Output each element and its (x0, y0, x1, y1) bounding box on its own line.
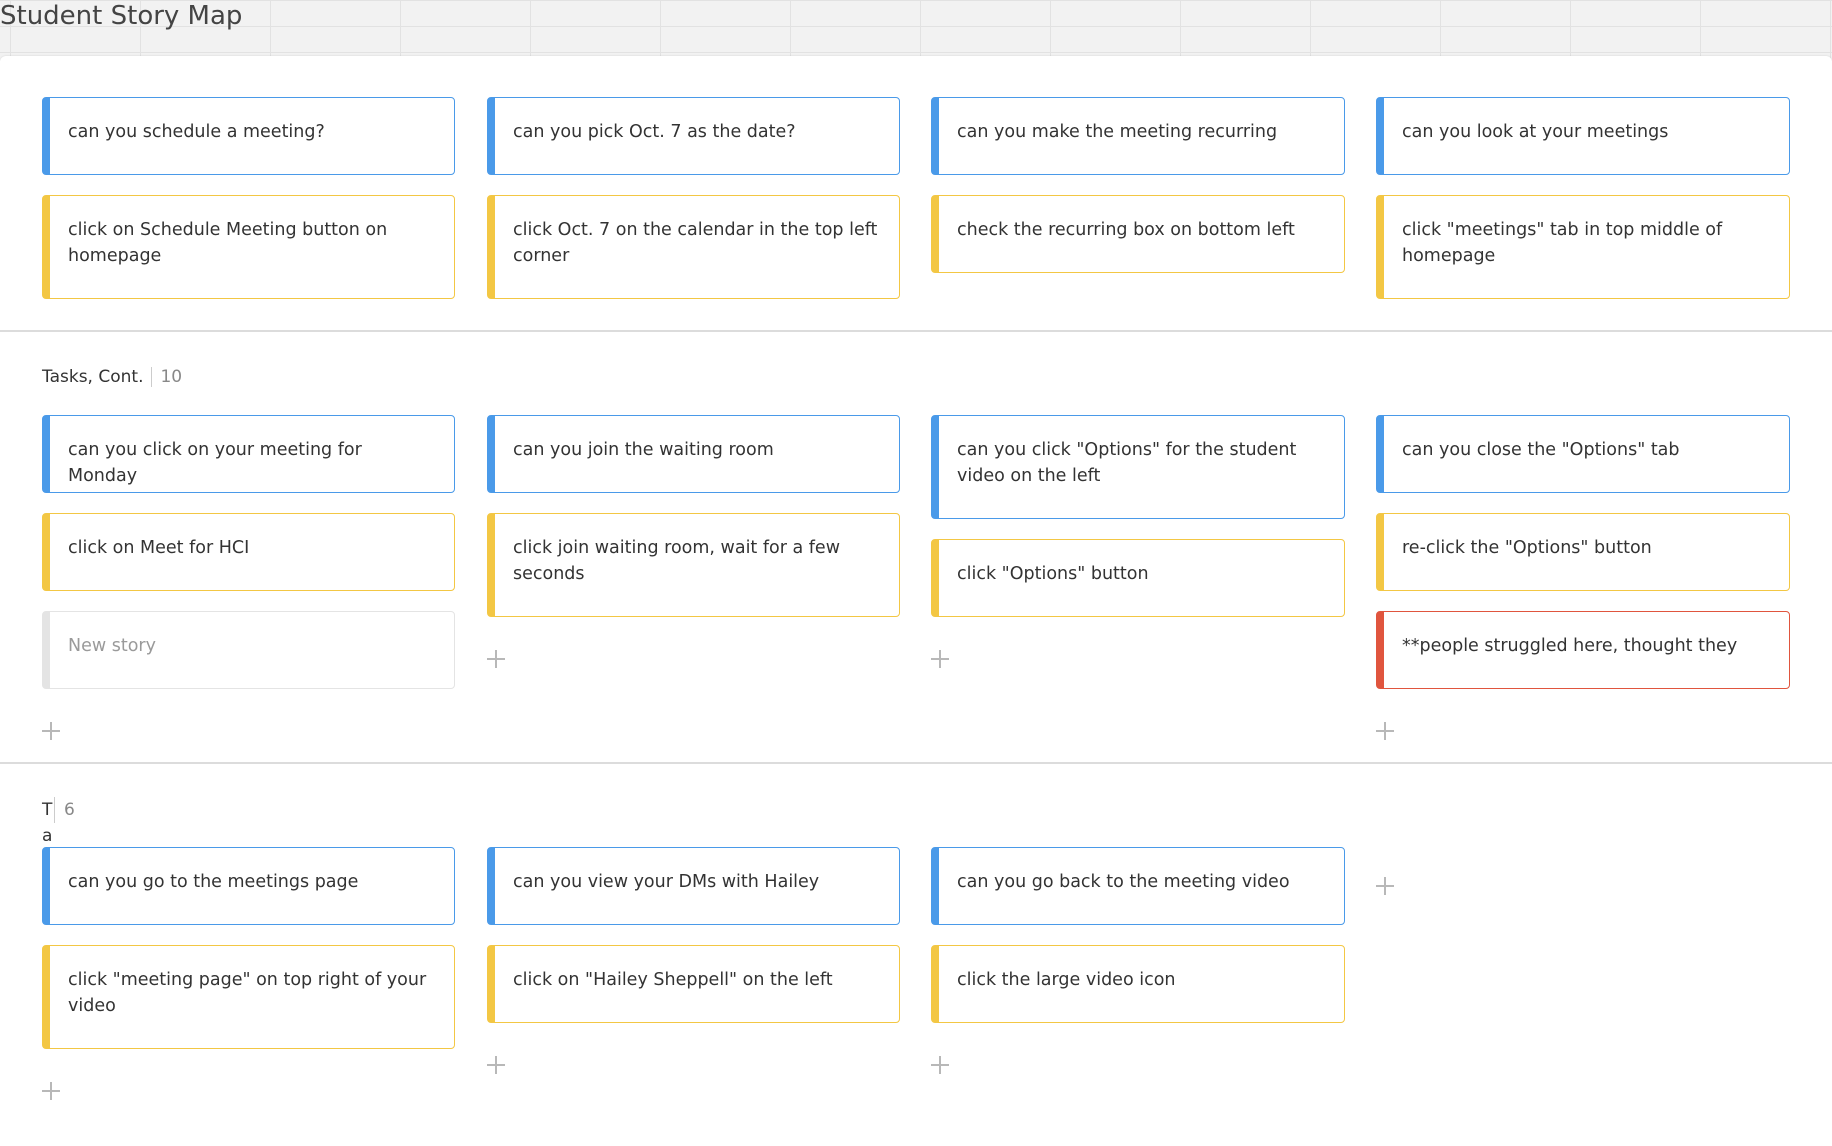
story-card-pick-date[interactable]: can you pick Oct. 7 as the date? (487, 97, 900, 175)
plus-icon[interactable] (42, 1081, 62, 1101)
story-card-click-options[interactable]: can you click "Options" for the student … (931, 415, 1345, 519)
story-card-schedule-meeting[interactable]: can you schedule a meeting? (42, 97, 455, 175)
story-card-close-options-tab[interactable]: can you close the "Options" tab (1376, 415, 1790, 493)
plus-icon[interactable] (1376, 876, 1396, 896)
release-header[interactable]: Ta 6 (42, 797, 75, 849)
story-card-click-meet-hci[interactable]: click on Meet for HCI (42, 513, 455, 591)
story-card-reclick-options[interactable]: re-click the "Options" button (1376, 513, 1790, 591)
story-card-click-video-icon[interactable]: click the large video icon (931, 945, 1345, 1023)
release-name: Tasks, Cont. (42, 367, 144, 387)
story-card-look-at-meetings[interactable]: can you look at your meetings (1376, 97, 1790, 175)
release-header[interactable]: Tasks, Cont. 10 (42, 364, 183, 390)
story-card-click-oct-7[interactable]: click Oct. 7 on the calendar in the top … (487, 195, 900, 299)
story-card-click-meetings-tab[interactable]: click "meetings" tab in top middle of ho… (1376, 195, 1790, 299)
story-card-click-hailey[interactable]: click on "Hailey Sheppell" on the left (487, 945, 900, 1023)
story-card-check-recurring-box[interactable]: check the recurring box on bottom left (931, 195, 1345, 273)
release-story-count: 6 (54, 797, 75, 823)
story-card-click-join-waiting-room[interactable]: click join waiting room, wait for a few … (487, 513, 900, 617)
plus-icon[interactable] (42, 721, 62, 741)
story-card-click-options-button[interactable]: click "Options" button (931, 539, 1345, 617)
story-card-go-to-meetings-page[interactable]: can you go to the meetings page (42, 847, 455, 925)
plus-icon[interactable] (931, 1055, 951, 1075)
story-card-make-recurring[interactable]: can you make the meeting recurring (931, 97, 1345, 175)
story-card-struggle-note[interactable]: **people struggled here, thought they (1376, 611, 1790, 689)
new-story-placeholder[interactable]: New story (42, 611, 455, 689)
story-card-click-monday-meeting[interactable]: can you click on your meeting for Monday (42, 415, 455, 493)
plus-icon[interactable] (1376, 721, 1396, 741)
story-card-back-to-video[interactable]: can you go back to the meeting video (931, 847, 1345, 925)
story-card-join-waiting-room[interactable]: can you join the waiting room (487, 415, 900, 493)
plus-icon[interactable] (931, 649, 951, 669)
release-divider (0, 762, 1832, 764)
story-card-click-meeting-page[interactable]: click "meeting page" on top right of you… (42, 945, 455, 1049)
release-divider (0, 330, 1832, 332)
story-card-click-schedule-button[interactable]: click on Schedule Meeting button on home… (42, 195, 455, 299)
release-story-count: 10 (151, 367, 183, 387)
plus-icon[interactable] (487, 649, 507, 669)
story-card-view-dms-hailey[interactable]: can you view your DMs with Hailey (487, 847, 900, 925)
board-title: Student Story Map (0, 1, 243, 31)
plus-icon[interactable] (487, 1055, 507, 1075)
release-name: Ta (42, 800, 53, 846)
